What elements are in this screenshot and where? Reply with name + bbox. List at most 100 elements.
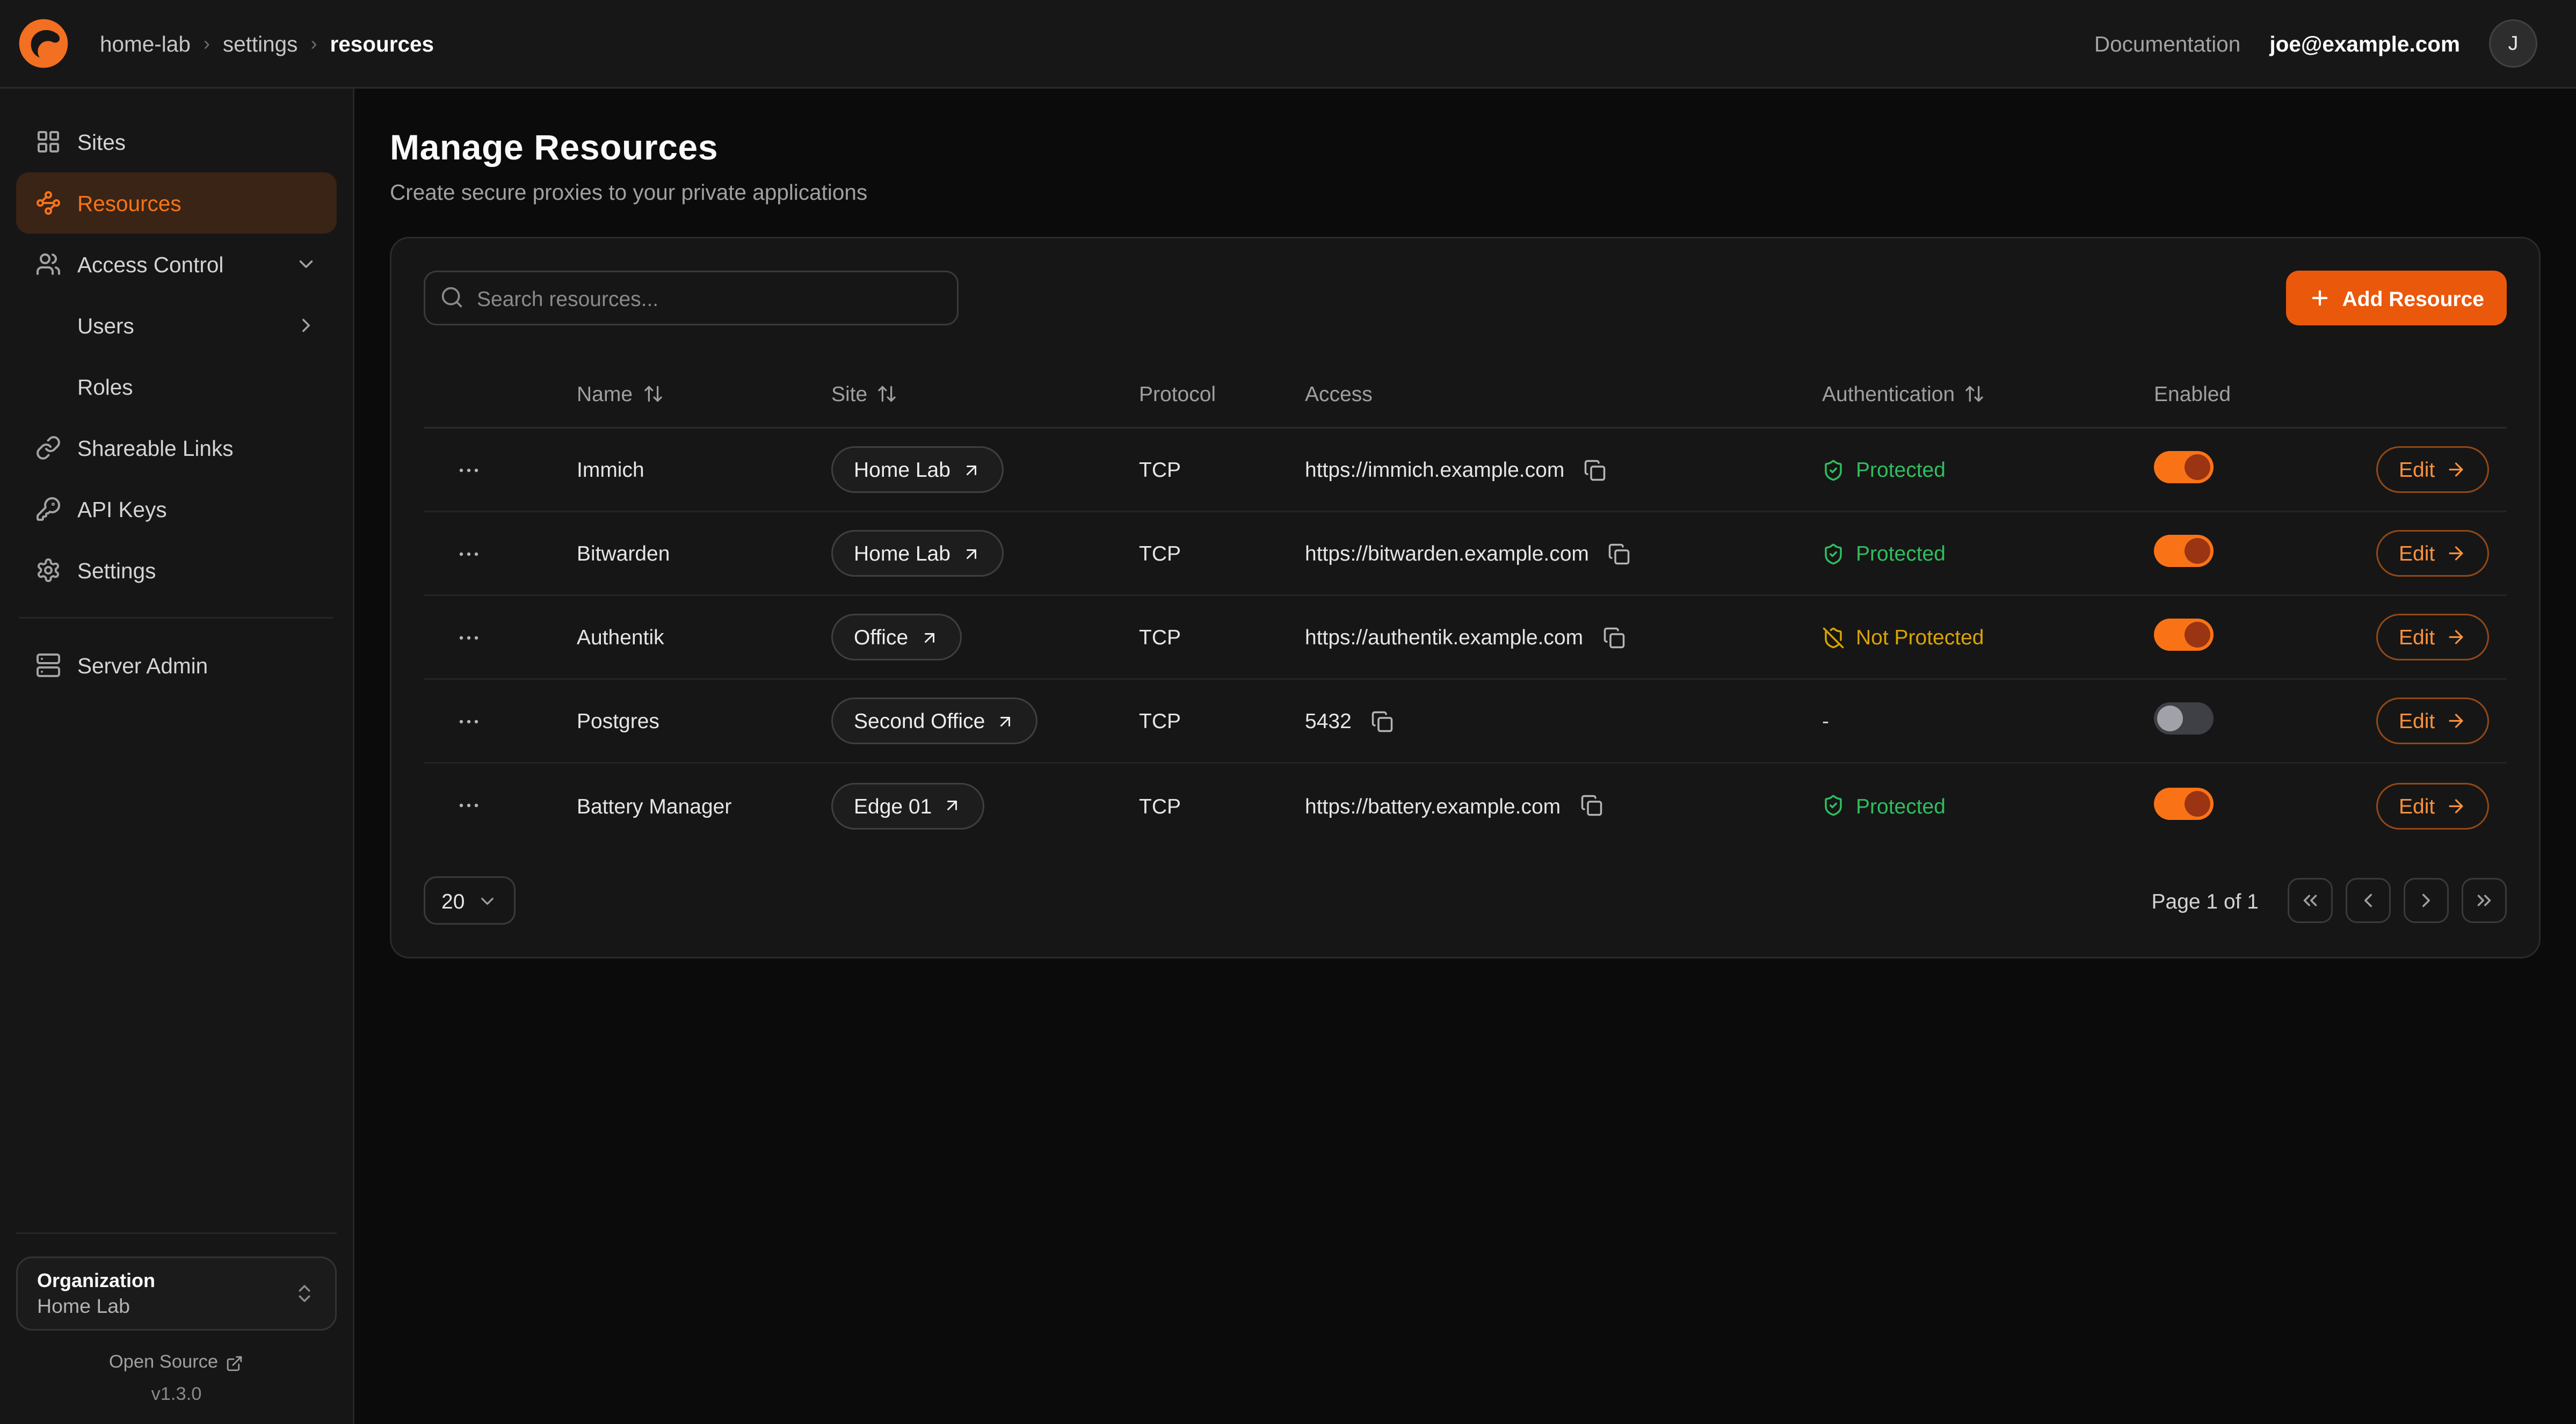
sidebar-item-api-keys[interactable]: API Keys	[16, 478, 337, 540]
sidebar-item-settings[interactable]: Settings	[16, 540, 337, 601]
site-link[interactable]: Home Lab	[831, 446, 1004, 493]
site-link[interactable]: Office	[831, 614, 961, 660]
resource-name: Authentik	[577, 625, 831, 649]
enabled-toggle[interactable]	[2154, 619, 2214, 651]
copy-icon[interactable]	[1580, 455, 1609, 484]
avatar[interactable]: J	[2489, 19, 2537, 68]
table-row: Battery Manager Edge 01 TCP https://batt…	[424, 764, 2507, 847]
arrow-up-right-icon	[962, 544, 981, 563]
gear-icon	[35, 557, 61, 583]
site-link[interactable]: Home Lab	[831, 530, 1004, 577]
sort-icon[interactable]	[877, 383, 898, 404]
organization-selector[interactable]: Organization Home Lab	[16, 1256, 337, 1331]
edit-button[interactable]: Edit	[2376, 614, 2490, 660]
row-menu-button[interactable]	[446, 534, 491, 573]
page-size-value: 20	[441, 889, 465, 913]
app-window: home-lab › settings › resources Document…	[0, 0, 2576, 1424]
row-menu-button[interactable]	[446, 451, 491, 489]
breadcrumb-org[interactable]: home-lab	[100, 32, 191, 56]
toggle-knob	[2185, 538, 2210, 564]
row-menu-button[interactable]	[446, 618, 491, 657]
next-page-button[interactable]	[2404, 878, 2449, 923]
sidebar-item-roles[interactable]: Roles	[16, 356, 337, 417]
resources-card: Add Resource Name Sit	[390, 237, 2541, 958]
breadcrumb-settings[interactable]: settings	[223, 32, 298, 56]
table-row: Bitwarden Home Lab TCP https://bitwarden…	[424, 512, 2507, 596]
table-row: Postgres Second Office TCP 5432	[424, 680, 2507, 764]
sidebar-item-shareable-links[interactable]: Shareable Links	[16, 417, 337, 478]
edit-button[interactable]: Edit	[2376, 530, 2490, 577]
site-link[interactable]: Second Office	[831, 698, 1038, 744]
column-site: Site	[831, 382, 1139, 406]
sidebar-item-label: Access Control	[77, 252, 223, 277]
sidebar-item-users[interactable]: Users	[16, 295, 337, 356]
open-source-link[interactable]: Open Source	[16, 1353, 337, 1372]
arrow-right-icon	[2446, 627, 2467, 648]
page-indicator: Page 1 of 1	[2152, 889, 2259, 913]
arrow-up-right-icon	[919, 628, 939, 647]
topbar: home-lab › settings › resources Document…	[0, 0, 2576, 89]
edit-button[interactable]: Edit	[2376, 698, 2490, 744]
resource-protocol: TCP	[1139, 541, 1305, 565]
sidebar-item-server-admin[interactable]: Server Admin	[16, 635, 337, 696]
previous-page-button[interactable]	[2346, 878, 2391, 923]
resource-name: Bitwarden	[577, 541, 831, 565]
resource-access: https://authentik.example.com	[1305, 625, 1583, 649]
sidebar-item-label: Shareable Links	[77, 436, 233, 460]
enabled-toggle[interactable]	[2154, 787, 2214, 819]
auth-status: Not Protected	[1822, 625, 2154, 649]
shield-check-icon	[1822, 542, 1845, 565]
resource-name: Battery Manager	[577, 794, 831, 818]
copy-icon[interactable]	[1605, 539, 1634, 568]
page-title: Manage Resources	[390, 127, 2541, 169]
sidebar-item-access-control[interactable]: Access Control	[16, 234, 337, 295]
row-menu-button[interactable]	[446, 786, 491, 825]
arrow-up-right-icon	[943, 796, 962, 815]
arrow-right-icon	[2446, 710, 2467, 731]
enabled-toggle[interactable]	[2154, 702, 2214, 735]
sidebar-item-resources[interactable]: Resources	[16, 172, 337, 234]
documentation-link[interactable]: Documentation	[2094, 32, 2240, 56]
enabled-toggle[interactable]	[2154, 451, 2214, 483]
enabled-toggle[interactable]	[2154, 535, 2214, 567]
version-label: v1.3.0	[16, 1385, 337, 1405]
table-footer: 20 Page 1 of 1	[424, 876, 2507, 925]
search-input[interactable]	[424, 271, 959, 325]
user-email[interactable]: joe@example.com	[2269, 32, 2460, 56]
sidebar-footer: Organization Home Lab Open Source v1.3.0	[16, 1232, 337, 1405]
resource-access: https://battery.example.com	[1305, 794, 1561, 818]
sidebar-item-label: Resources	[77, 191, 182, 215]
add-resource-label: Add Resource	[2342, 286, 2484, 310]
copy-icon[interactable]	[1599, 623, 1628, 652]
page-size-select[interactable]: 20	[424, 876, 516, 925]
organization-label: Organization	[37, 1269, 155, 1292]
sidebar: Sites Resources Access Control Users	[0, 89, 354, 1424]
chevron-right-icon	[295, 314, 317, 337]
arrow-right-icon	[2446, 543, 2467, 564]
last-page-button[interactable]	[2462, 878, 2507, 923]
shield-check-icon	[1822, 459, 1845, 481]
sort-icon[interactable]	[642, 383, 663, 404]
first-page-button[interactable]	[2288, 878, 2333, 923]
auth-status-label: Protected	[1856, 457, 1946, 482]
breadcrumb-separator: ›	[310, 32, 317, 55]
edit-button[interactable]: Edit	[2376, 446, 2490, 493]
auth-status: Protected	[1822, 457, 2154, 482]
app-logo-icon[interactable]	[13, 13, 74, 74]
resource-access: https://immich.example.com	[1305, 457, 1564, 482]
toggle-knob	[2185, 622, 2210, 648]
copy-icon[interactable]	[1577, 791, 1606, 820]
sidebar-item-sites[interactable]: Sites	[16, 111, 337, 172]
column-enabled: Enabled	[2154, 382, 2376, 406]
sort-icon[interactable]	[1964, 383, 1985, 404]
toggle-knob	[2185, 790, 2210, 816]
edit-button[interactable]: Edit	[2376, 782, 2490, 829]
auth-status-label: Protected	[1856, 541, 1946, 565]
copy-icon[interactable]	[1368, 707, 1397, 736]
site-link[interactable]: Edge 01	[831, 782, 985, 829]
add-resource-button[interactable]: Add Resource	[2286, 271, 2507, 325]
table-row: Immich Home Lab TCP https://immich.examp…	[424, 428, 2507, 512]
resource-name: Postgres	[577, 709, 831, 733]
row-menu-button[interactable]	[446, 702, 491, 740]
sidebar-item-label: Roles	[77, 375, 133, 399]
